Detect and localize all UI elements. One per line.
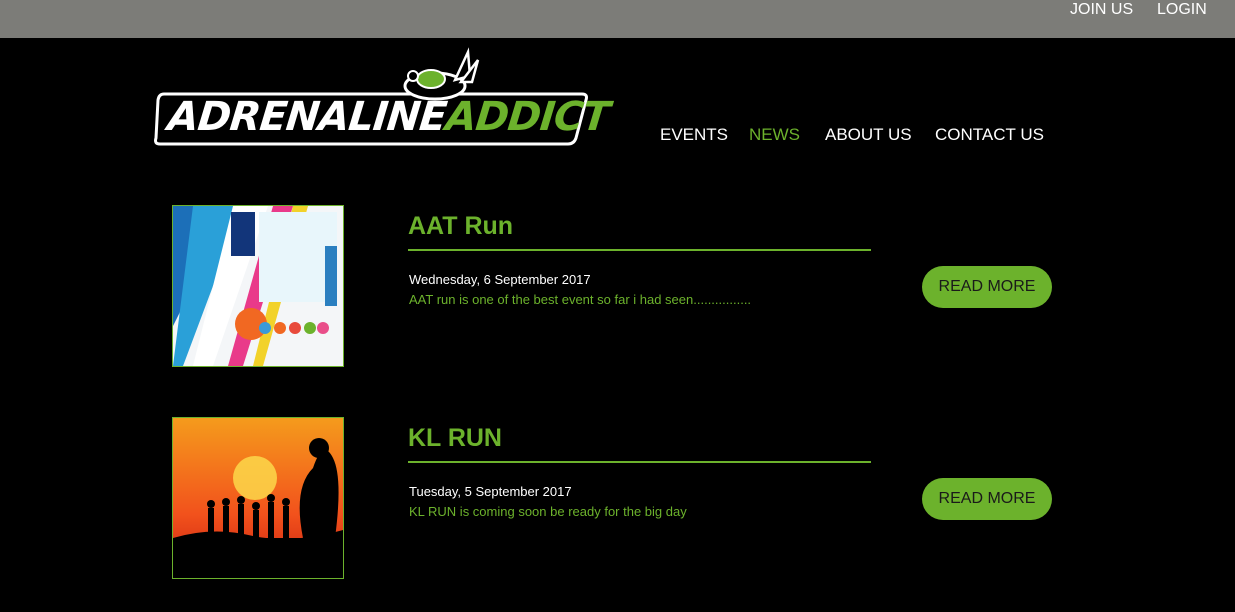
aat-run-poster-image	[173, 206, 343, 366]
news-item: AAT Run Wednesday, 6 September 2017 AAT …	[0, 205, 1235, 367]
news-thumbnail[interactable]	[172, 417, 344, 579]
site-logo[interactable]: ADRENALINEADDICT	[150, 46, 611, 150]
join-us-link[interactable]: JOIN US	[1070, 0, 1133, 20]
news-thumbnail[interactable]	[172, 205, 344, 367]
read-more-button[interactable]: READ MORE	[922, 266, 1052, 308]
login-link[interactable]: LOGIN	[1157, 0, 1207, 20]
nav-item-news[interactable]: NEWS	[749, 124, 800, 146]
read-more-button[interactable]: READ MORE	[922, 478, 1052, 520]
news-title[interactable]: AAT Run	[408, 211, 513, 241]
sunset-silhouette-image	[173, 418, 343, 578]
news-excerpt: KL RUN is coming soon be ready for the b…	[409, 504, 687, 519]
news-item: KL RUN Tuesday, 5 September 2017 KL RUN …	[0, 417, 1235, 579]
title-divider	[408, 461, 871, 463]
logo-word-addict: ADDICT	[443, 94, 612, 140]
top-bar: JOIN US LOGIN	[0, 0, 1235, 38]
news-date: Wednesday, 6 September 2017	[409, 272, 591, 287]
news-title[interactable]: KL RUN	[408, 423, 502, 453]
nav-item-contact-us[interactable]: CONTACT US	[935, 124, 1044, 146]
news-date: Tuesday, 5 September 2017	[409, 484, 572, 499]
nav-item-about-us[interactable]: ABOUT US	[825, 124, 912, 146]
logo-word-adrenaline: ADRENALINE	[165, 94, 449, 140]
title-divider	[408, 249, 871, 251]
news-excerpt: AAT run is one of the best event so far …	[409, 292, 752, 307]
logo-wordmark: ADRENALINEADDICT	[165, 92, 612, 142]
nav-item-events[interactable]: EVENTS	[660, 124, 728, 146]
